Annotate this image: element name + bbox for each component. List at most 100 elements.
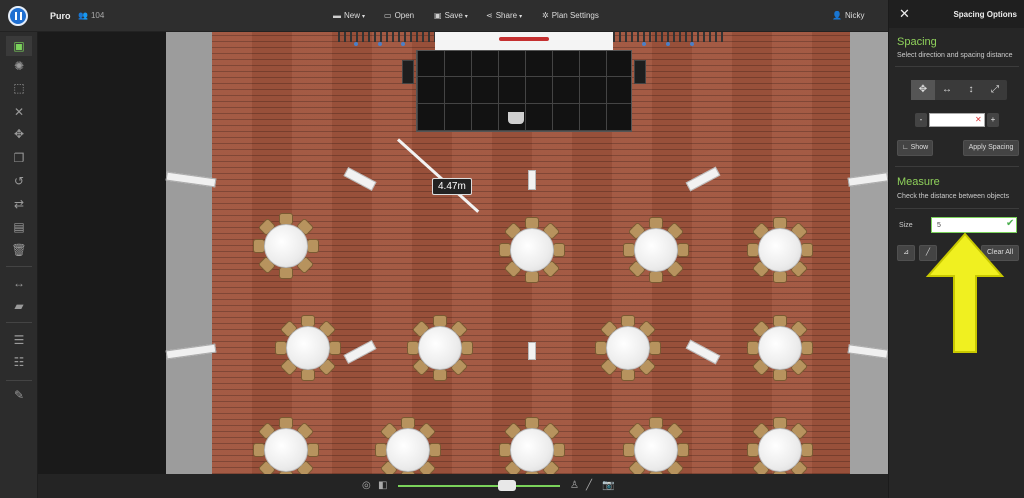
- speaker[interactable]: [634, 60, 646, 84]
- clear-input-icon[interactable]: ✕: [975, 113, 982, 127]
- chair[interactable]: [649, 271, 663, 283]
- stage-platform[interactable]: [416, 50, 632, 132]
- round-table[interactable]: [620, 414, 692, 474]
- close-icon[interactable]: ✕: [6, 102, 32, 122]
- barrier[interactable]: [528, 342, 536, 360]
- menu-plan-settings[interactable]: ✲ Plan Settings: [542, 11, 599, 20]
- round-table[interactable]: [592, 312, 664, 384]
- align-vertical-icon[interactable]: ☷: [6, 352, 32, 372]
- ruler-icon[interactable]: ╱: [586, 480, 592, 491]
- swap-icon[interactable]: ⇄: [6, 194, 32, 214]
- menu-share[interactable]: ⋖ Share ▾: [486, 11, 522, 20]
- stage-screen[interactable]: [435, 32, 613, 50]
- show-button[interactable]: ∟ Show: [897, 140, 933, 156]
- cube-icon[interactable]: ▣: [6, 36, 32, 56]
- stage-light: [666, 42, 670, 46]
- measure-title: Measure: [897, 176, 940, 188]
- copy-icon[interactable]: ❐: [6, 148, 32, 168]
- chair[interactable]: [433, 369, 447, 381]
- chair[interactable]: [553, 443, 565, 457]
- stage-light: [642, 42, 646, 46]
- chair[interactable]: [461, 341, 473, 355]
- round-table[interactable]: [744, 214, 816, 286]
- camera-icon[interactable]: 📷: [602, 480, 614, 491]
- table-top: [386, 428, 430, 472]
- chevron-down-icon: ▾: [519, 14, 523, 20]
- round-table[interactable]: [620, 214, 692, 286]
- menu-open[interactable]: ▭ Open: [384, 11, 414, 20]
- chair[interactable]: [677, 443, 689, 457]
- chair[interactable]: [773, 369, 787, 381]
- menu-new[interactable]: ▬ New ▾: [333, 11, 365, 20]
- chair[interactable]: [301, 369, 315, 381]
- project-name[interactable]: Puro: [50, 11, 71, 21]
- users-icon: 👥: [78, 11, 88, 20]
- chair[interactable]: [621, 369, 635, 381]
- horizontal-arrow-icon[interactable]: ↔: [935, 80, 959, 100]
- chair[interactable]: [801, 341, 813, 355]
- save-icon: ▣: [434, 11, 442, 20]
- measure-tool-button[interactable]: ⊿: [897, 245, 915, 261]
- round-table[interactable]: [744, 312, 816, 384]
- chair[interactable]: [329, 341, 341, 355]
- edit-icon[interactable]: ✎: [6, 385, 32, 405]
- close-icon[interactable]: ✕: [899, 6, 910, 22]
- chair[interactable]: [801, 443, 813, 457]
- chair[interactable]: [773, 271, 787, 283]
- floor-plan-canvas[interactable]: 4.47m: [38, 32, 888, 474]
- diagonal-arrow-icon[interactable]: ⤢: [983, 80, 1007, 100]
- measure-subtitle: Check the distance between objects: [897, 193, 1010, 200]
- round-table[interactable]: [250, 414, 322, 474]
- rotate-icon[interactable]: ↺: [6, 171, 32, 191]
- spacing-icon[interactable]: ↔: [6, 273, 32, 293]
- round-table[interactable]: [496, 414, 568, 474]
- zoom-slider-track[interactable]: [398, 485, 560, 487]
- left-toolbar: ▣ ✺ ⬚ ✕ ✥ ❐ ↺ ⇄ ▤ 🗑 ↔ ▰ ☰ ☷ ✎: [0, 32, 38, 498]
- chair[interactable]: [279, 267, 293, 279]
- select-box-icon[interactable]: ⬚: [6, 78, 32, 98]
- left-wall: [166, 32, 212, 474]
- increase-button[interactable]: +: [987, 113, 999, 127]
- zoom-slider-handle[interactable]: [498, 480, 516, 491]
- chair[interactable]: [553, 243, 565, 257]
- vertical-arrow-icon[interactable]: ↕: [959, 80, 983, 100]
- round-table[interactable]: [744, 414, 816, 474]
- trash-icon[interactable]: 🗑: [6, 240, 32, 260]
- chair[interactable]: [649, 341, 661, 355]
- decrease-button[interactable]: -: [915, 113, 927, 127]
- round-table[interactable]: [272, 312, 344, 384]
- ruler-icon[interactable]: ▰: [6, 296, 32, 316]
- target-icon[interactable]: ◎: [362, 480, 371, 491]
- podium[interactable]: [508, 112, 524, 124]
- app-logo[interactable]: [8, 6, 28, 26]
- move-all-icon[interactable]: ✥: [911, 80, 935, 100]
- round-table[interactable]: [372, 414, 444, 474]
- chair[interactable]: [801, 243, 813, 257]
- move-icon[interactable]: ✥: [6, 124, 32, 144]
- stage-light: [401, 42, 405, 46]
- table-top: [264, 428, 308, 472]
- group-icon[interactable]: ▤: [6, 217, 32, 237]
- align-horizontal-icon[interactable]: ☰: [6, 330, 32, 350]
- share-icon: ⋖: [486, 11, 493, 20]
- speaker[interactable]: [402, 60, 414, 84]
- menu-open-label: Open: [394, 11, 415, 20]
- chair[interactable]: [525, 271, 539, 283]
- round-table[interactable]: [404, 312, 476, 384]
- table-top: [758, 228, 802, 272]
- chair[interactable]: [677, 243, 689, 257]
- panel-header: ✕ Spacing Options: [889, 0, 1024, 28]
- round-table[interactable]: [496, 214, 568, 286]
- chair[interactable]: [429, 443, 441, 457]
- person-icon[interactable]: ♙: [570, 480, 579, 491]
- sun-icon[interactable]: ✺: [6, 56, 32, 76]
- apply-spacing-button[interactable]: Apply Spacing: [963, 140, 1019, 156]
- round-table[interactable]: [250, 210, 322, 282]
- barrier[interactable]: [528, 170, 536, 190]
- user-menu[interactable]: 👤 Nicky: [832, 11, 865, 20]
- menu-save[interactable]: ▣ Save ▾: [434, 11, 468, 20]
- direction-selector: ✥ ↔ ↕ ⤢: [911, 80, 1007, 100]
- chair[interactable]: [307, 239, 319, 253]
- layout-icon[interactable]: ◧: [378, 480, 387, 491]
- chair[interactable]: [307, 443, 319, 457]
